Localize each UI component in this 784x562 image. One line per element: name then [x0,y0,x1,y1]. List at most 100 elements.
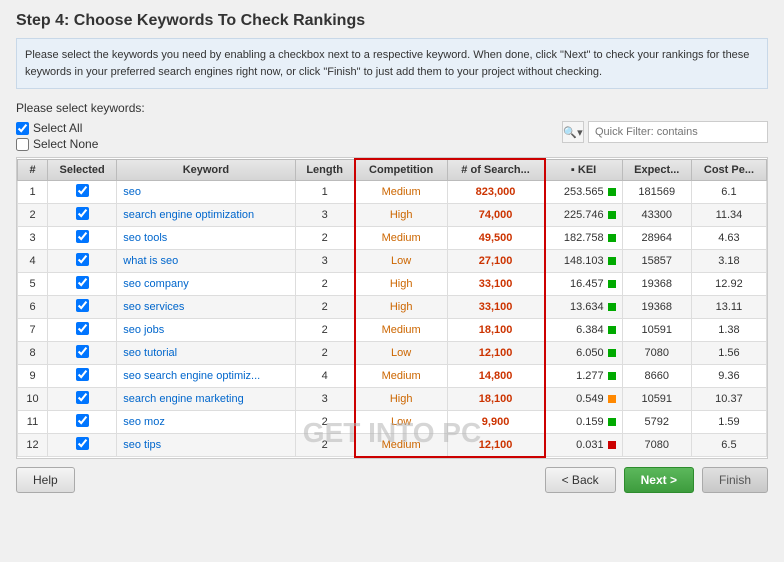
col-header-kei[interactable]: ▪ KEI [545,159,623,181]
filter-icon[interactable]: 🔍▾ [562,121,584,143]
cell-kei: 0.549 [545,388,623,411]
cell-selected[interactable] [48,227,117,250]
kei-indicator [608,257,616,265]
row-checkbox[interactable] [76,184,89,197]
cell-keyword: seo [117,181,295,204]
select-none-text: Select None [33,137,98,151]
step-title: Step 4: Choose Keywords To Check Ranking… [16,12,768,30]
cell-competition: Medium [355,227,447,250]
cell-length: 2 [295,273,355,296]
col-header-cost[interactable]: Cost Pe... [691,159,766,181]
cell-selected[interactable] [48,342,117,365]
cell-cost: 1.56 [691,342,766,365]
col-header-competition[interactable]: Competition [355,159,447,181]
cell-searches: 33,100 [447,273,544,296]
cell-selected[interactable] [48,204,117,227]
kei-value: 0.031 [576,439,604,451]
row-checkbox[interactable] [76,368,89,381]
next-button[interactable]: Next > [624,467,694,493]
row-checkbox[interactable] [76,345,89,358]
kei-value: 253.565 [564,186,604,198]
cell-length: 2 [295,227,355,250]
table-header: # Selected Keyword Length Competition # … [18,159,767,181]
col-header-expected[interactable]: Expect... [622,159,691,181]
cell-num: 12 [18,434,48,457]
description: Please select the keywords you need by e… [16,38,768,89]
row-checkbox[interactable] [76,322,89,335]
row-checkbox[interactable] [76,230,89,243]
cell-cost: 4.63 [691,227,766,250]
select-all-checkbox[interactable] [16,122,29,135]
cell-searches: 823,000 [447,181,544,204]
row-checkbox[interactable] [76,253,89,266]
kei-value: 13.634 [570,301,604,313]
col-header-selected: Selected [48,159,117,181]
cell-selected[interactable] [48,250,117,273]
cell-selected[interactable] [48,319,117,342]
kei-value: 1.277 [576,370,604,382]
cell-competition: Medium [355,181,447,204]
cell-selected[interactable] [48,365,117,388]
cell-length: 1 [295,181,355,204]
cell-num: 4 [18,250,48,273]
cell-kei: 182.758 [545,227,623,250]
kei-value: 182.758 [564,232,604,244]
table-row: 3 seo tools 2 Medium 49,500 182.758 2896… [18,227,767,250]
cell-selected[interactable] [48,296,117,319]
cell-expected: 15857 [622,250,691,273]
col-header-keyword: Keyword [117,159,295,181]
row-checkbox[interactable] [76,276,89,289]
cell-competition: Low [355,411,447,434]
cell-selected[interactable] [48,411,117,434]
cell-selected[interactable] [48,273,117,296]
cell-kei: 16.457 [545,273,623,296]
row-checkbox[interactable] [76,391,89,404]
keywords-table: # Selected Keyword Length Competition # … [17,158,767,458]
row-checkbox[interactable] [76,207,89,220]
kei-indicator [608,280,616,288]
select-none-checkbox[interactable] [16,138,29,151]
cell-length: 3 [295,388,355,411]
help-button[interactable]: Help [16,467,75,493]
cell-competition: Low [355,342,447,365]
cell-length: 2 [295,434,355,457]
cell-kei: 0.031 [545,434,623,457]
cell-kei: 13.634 [545,296,623,319]
select-all-label[interactable]: Select All [16,121,98,135]
cell-num: 3 [18,227,48,250]
cell-num: 5 [18,273,48,296]
select-none-label[interactable]: Select None [16,137,98,151]
cell-searches: 9,900 [447,411,544,434]
col-header-searches[interactable]: # of Search... [447,159,544,181]
back-button[interactable]: < Back [545,467,616,493]
table-row: 5 seo company 2 High 33,100 16.457 19368… [18,273,767,296]
row-checkbox[interactable] [76,414,89,427]
row-checkbox[interactable] [76,299,89,312]
cell-kei: 6.384 [545,319,623,342]
cell-num: 10 [18,388,48,411]
cell-cost: 1.59 [691,411,766,434]
kei-value: 6.384 [576,324,604,336]
kei-indicator [608,395,616,403]
cell-keyword: seo tutorial [117,342,295,365]
cell-expected: 28964 [622,227,691,250]
select-all-text: Select All [33,121,82,135]
table-row: 6 seo services 2 High 33,100 13.634 1936… [18,296,767,319]
cell-kei: 253.565 [545,181,623,204]
cell-searches: 74,000 [447,204,544,227]
cell-selected[interactable] [48,434,117,457]
table-row: 9 seo search engine optimiz... 4 Medium … [18,365,767,388]
cell-competition: Medium [355,434,447,457]
row-checkbox[interactable] [76,437,89,450]
cell-expected: 7080 [622,434,691,457]
cell-expected: 19368 [622,296,691,319]
cell-cost: 12.92 [691,273,766,296]
cell-cost: 6.5 [691,434,766,457]
filter-input[interactable] [588,121,768,143]
cell-selected[interactable] [48,181,117,204]
finish-button[interactable]: Finish [702,467,768,493]
cell-num: 9 [18,365,48,388]
cell-cost: 3.18 [691,250,766,273]
select-label: Please select keywords: [16,101,768,115]
cell-selected[interactable] [48,388,117,411]
